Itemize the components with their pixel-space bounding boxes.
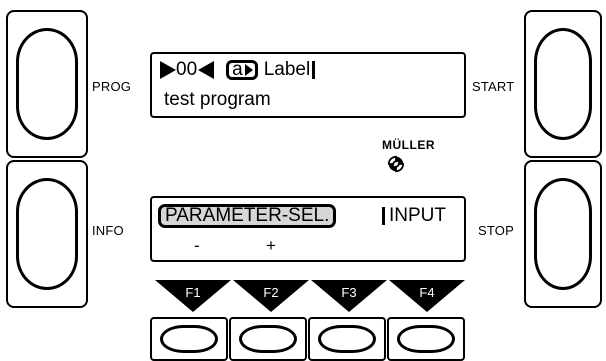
selection-bar	[382, 207, 385, 225]
cursor-char: a	[232, 59, 243, 80]
f1-label: F1	[185, 285, 201, 300]
f4-button-face	[397, 325, 455, 353]
parameter-select-option[interactable]: PARAMETER-SEL.	[158, 204, 337, 228]
f1-button[interactable]	[150, 317, 228, 361]
cursor-field[interactable]: a	[226, 59, 258, 80]
info-button[interactable]	[6, 160, 88, 308]
program-number: 00	[176, 59, 198, 80]
f2-button[interactable]	[229, 317, 307, 361]
input-option[interactable]: INPUT	[382, 205, 446, 227]
stop-button-face	[534, 178, 592, 290]
prog-label: PROG	[92, 79, 132, 94]
cursor-arrow-icon	[244, 64, 253, 76]
start-button[interactable]	[524, 10, 602, 158]
f3-arrow: F3	[311, 280, 387, 312]
info-label: INFO	[92, 223, 124, 238]
stop-label: STOP	[478, 223, 514, 238]
f2-label: F2	[263, 285, 279, 300]
minus-softkey-label: -	[194, 236, 200, 255]
start-label: START	[472, 79, 515, 94]
brand-name: MÜLLER	[382, 138, 435, 152]
info-button-face	[16, 178, 78, 290]
f4-arrow: F4	[389, 280, 465, 312]
f2-arrow: F2	[233, 280, 309, 312]
field-label: Label	[263, 59, 311, 80]
f1-button-face	[160, 325, 218, 353]
prog-button-face	[16, 28, 78, 140]
triangle-right-icon	[160, 61, 176, 79]
triangle-left-icon	[198, 61, 215, 79]
program-name: test program	[164, 89, 271, 110]
prog-button[interactable]	[6, 10, 88, 158]
f3-button-face	[318, 325, 376, 353]
text-caret	[312, 61, 316, 79]
program-display: 00 a Label test program	[150, 52, 466, 118]
input-option-label: INPUT	[389, 205, 446, 226]
f3-label: F3	[341, 285, 357, 300]
f2-button-face	[239, 325, 297, 353]
swirl-logo-icon	[387, 155, 405, 173]
f1-arrow: F1	[155, 280, 231, 312]
stop-button[interactable]	[524, 160, 602, 308]
program-header-line: 00 a Label	[160, 59, 316, 81]
menu-display: PARAMETER-SEL. INPUT - +	[150, 196, 466, 262]
f4-button[interactable]	[387, 317, 465, 361]
start-button-face	[534, 28, 592, 140]
f3-button[interactable]	[308, 317, 386, 361]
plus-softkey-label: +	[266, 236, 276, 255]
f4-label: F4	[419, 285, 435, 300]
